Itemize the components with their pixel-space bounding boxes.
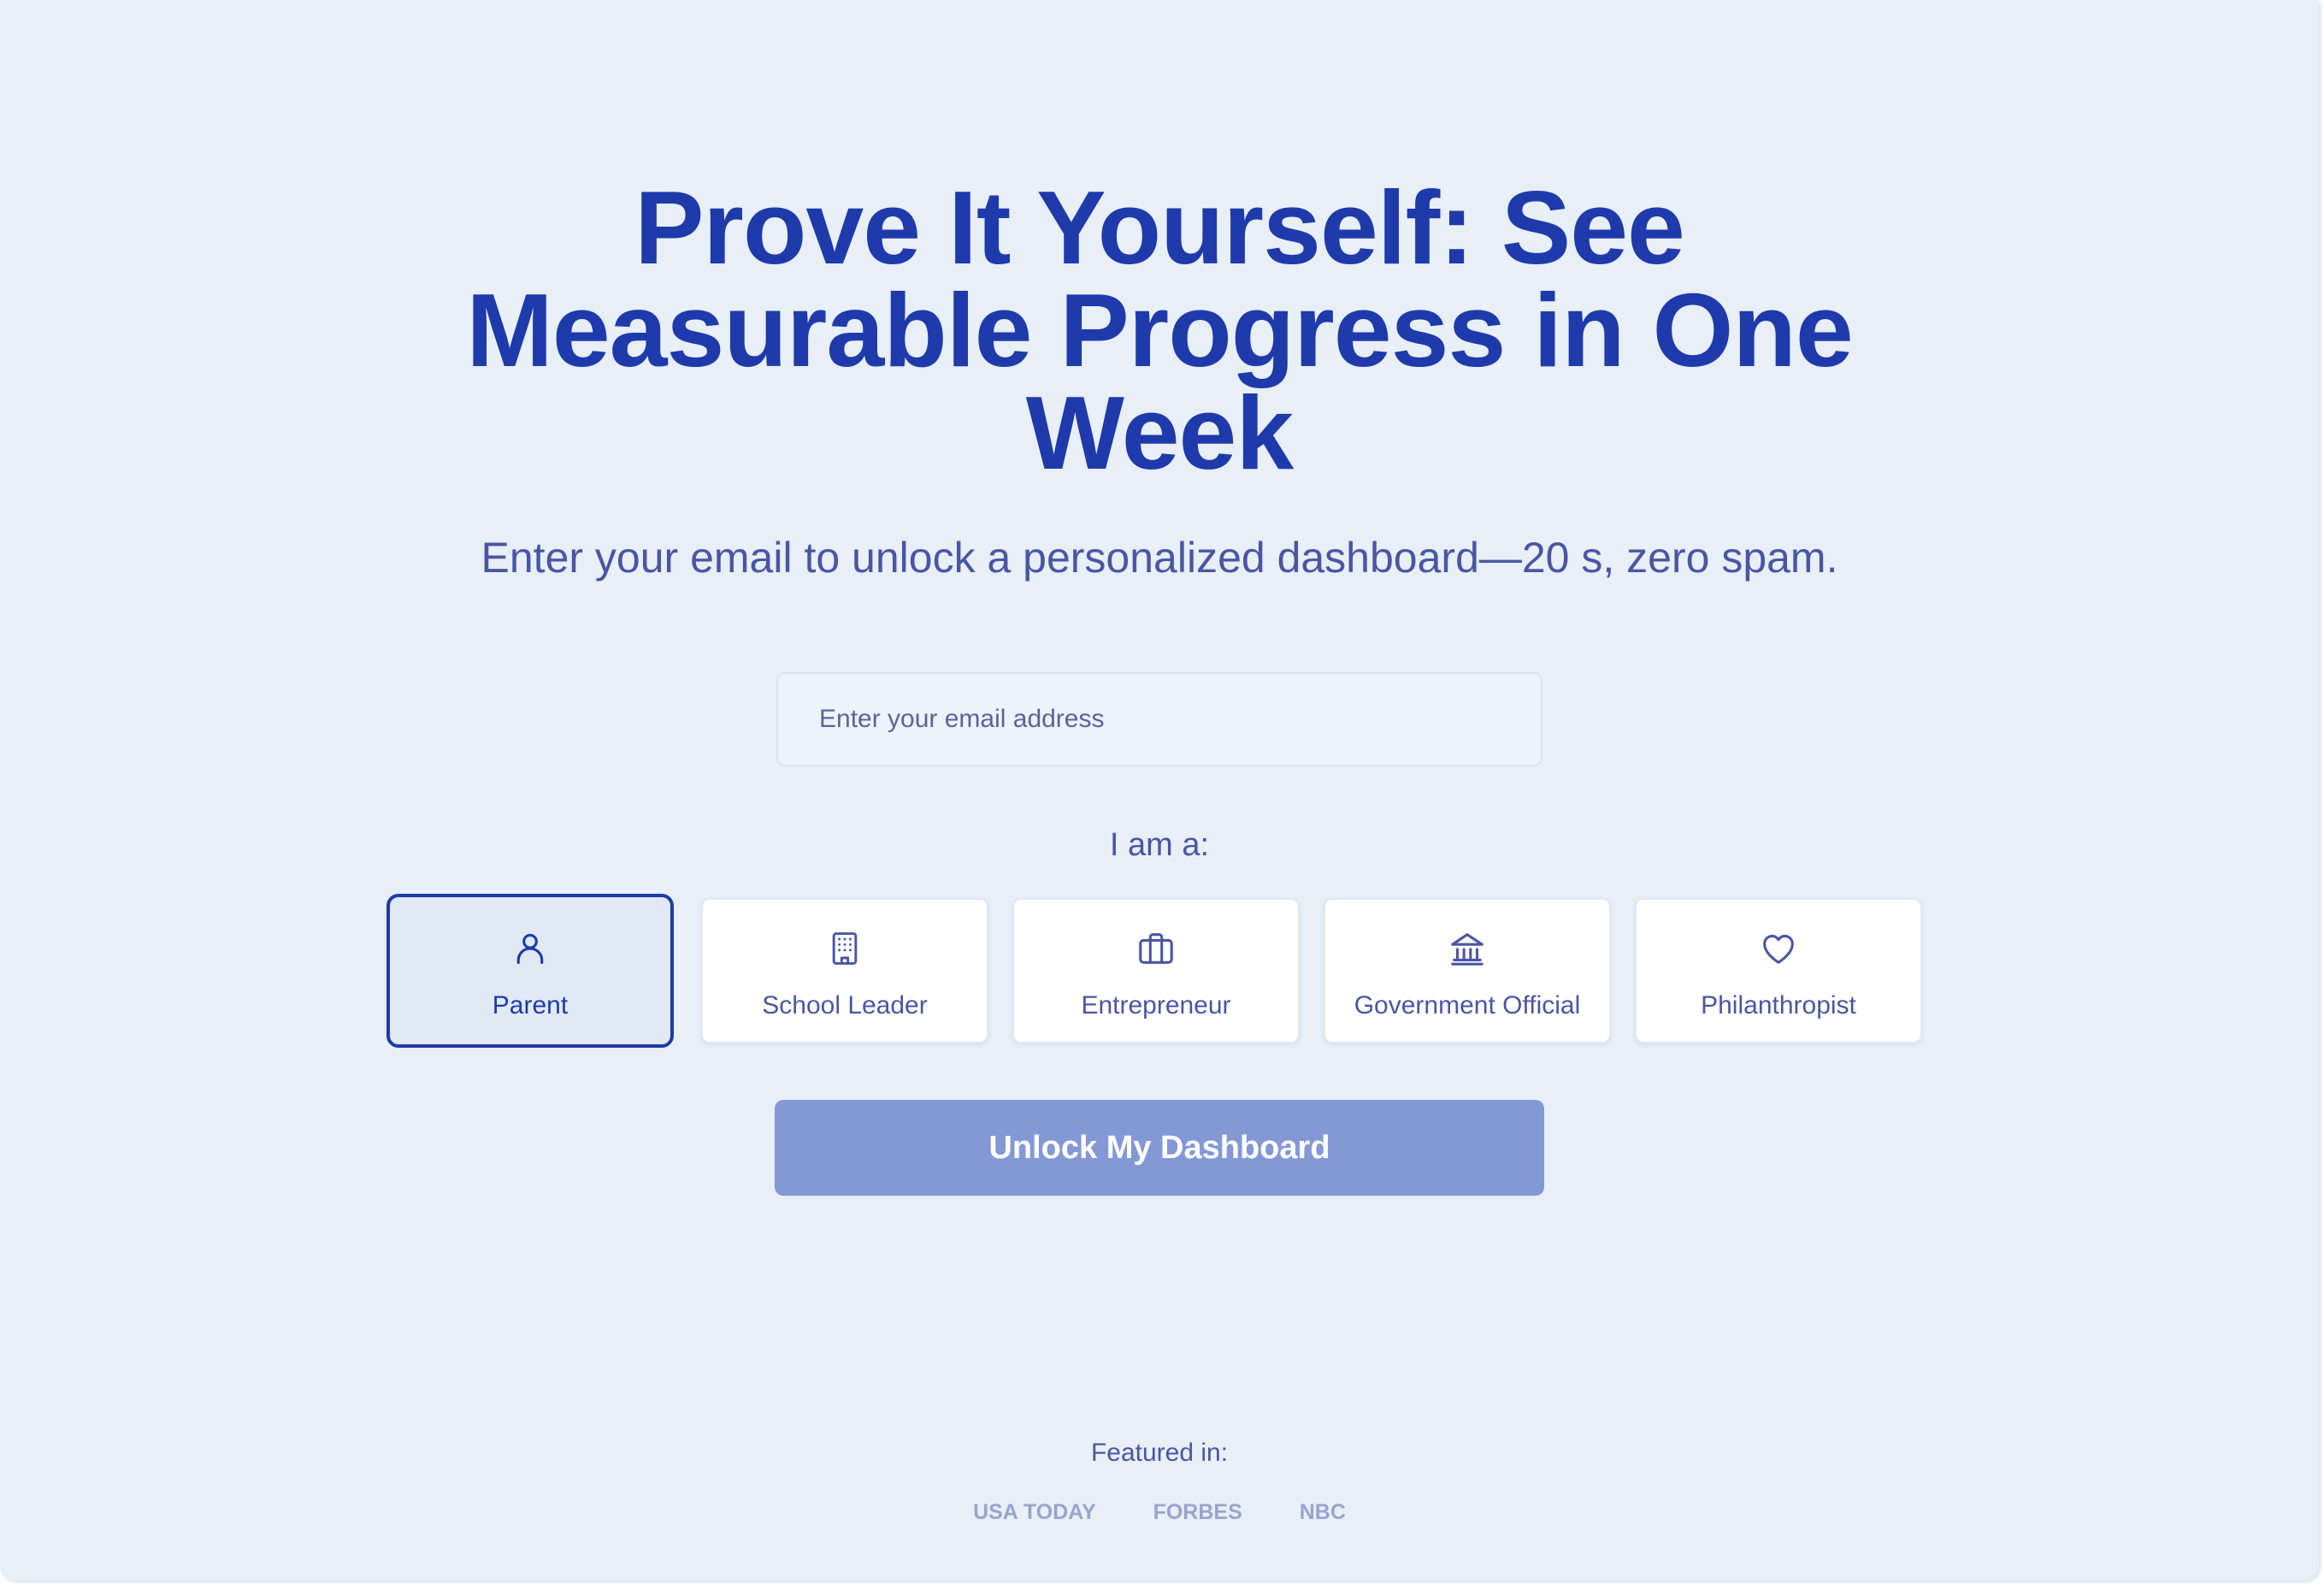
- page-background: Prove It Yourself: See Measurable Progre…: [0, 0, 2319, 1581]
- press-logos: USA TODAY FORBES NBC: [0, 1498, 2319, 1526]
- press-logo-forbes: FORBES: [1153, 1500, 1242, 1524]
- role-selector: Parent School Leader Entrepreneur Govern…: [386, 894, 1932, 1048]
- page-title-line-2: Measurable Progress in One: [466, 272, 1854, 388]
- user-icon: [390, 929, 670, 968]
- role-option-label: Entrepreneur: [1081, 991, 1231, 1020]
- press-logo-nbc: NBC: [1299, 1500, 1346, 1524]
- heart-icon: [1637, 929, 1920, 968]
- role-option-label: School Leader: [762, 991, 928, 1020]
- role-option-label: Government Official: [1354, 991, 1581, 1020]
- email-input[interactable]: [776, 672, 1542, 766]
- role-prompt: I am a:: [1109, 827, 1210, 863]
- page-title-line-3: Week: [1025, 375, 1294, 491]
- role-option-philanthropist[interactable]: Philanthropist: [1635, 898, 1922, 1043]
- role-option-school-leader[interactable]: School Leader: [701, 898, 988, 1043]
- role-option-label: Philanthropist: [1701, 991, 1856, 1020]
- page-title: Prove It Yourself: See Measurable Progre…: [0, 175, 2319, 485]
- role-option-label: Parent: [492, 991, 569, 1020]
- building-icon: [703, 929, 987, 968]
- role-option-government-official[interactable]: Government Official: [1324, 898, 1611, 1043]
- press-logo-usa-today: USA TODAY: [973, 1500, 1096, 1524]
- unlock-dashboard-button[interactable]: Unlock My Dashboard: [775, 1100, 1544, 1196]
- role-option-parent[interactable]: Parent: [386, 894, 674, 1048]
- briefcase-icon: [1014, 929, 1298, 968]
- featured-in-label: Featured in:: [1090, 1439, 1229, 1467]
- page-subtitle: Enter your email to unlock a personalize…: [481, 534, 1838, 582]
- landmark-icon: [1325, 929, 1609, 968]
- page-title-line-1: Prove It Yourself: See: [634, 169, 1685, 286]
- role-option-entrepreneur[interactable]: Entrepreneur: [1012, 898, 1300, 1043]
